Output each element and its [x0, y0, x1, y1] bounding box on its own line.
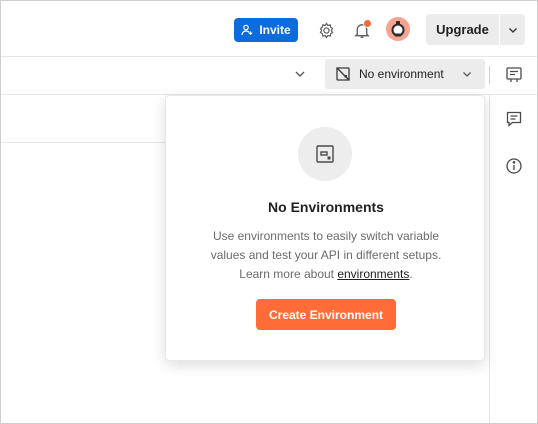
notifications-button[interactable]: [350, 18, 374, 42]
upgrade-menu-button[interactable]: [500, 14, 525, 45]
environment-quicklook-icon[interactable]: [505, 66, 523, 84]
avatar[interactable]: [386, 17, 410, 41]
upgrade-button[interactable]: Upgrade: [426, 14, 499, 45]
toolbar-divider: [489, 66, 490, 84]
upgrade-button-group: Upgrade: [426, 14, 525, 45]
no-environments-popover: No Environments Use environments to easi…: [165, 95, 485, 361]
invite-label: Invite: [259, 23, 291, 37]
app-window: Invite Upgrade No environment No Environ…: [0, 0, 538, 424]
right-sidebar-border: [489, 95, 490, 423]
notification-dot: [363, 19, 372, 28]
description-line-3: Learn more about environments.: [186, 265, 466, 284]
chevron-down-icon: [508, 27, 517, 33]
description-line-1: Use environments to easily switch variab…: [212, 229, 440, 243]
avatar-icon: [388, 19, 408, 39]
no-environment-icon: [316, 145, 334, 163]
top-header: Invite Upgrade: [1, 1, 537, 57]
chevron-down-icon: [463, 72, 471, 77]
environments-link[interactable]: environments: [337, 267, 409, 281]
settings-icon[interactable]: [314, 18, 338, 42]
learn-more-text: Learn more about: [239, 267, 338, 281]
environment-selected-value: No environment: [359, 67, 444, 81]
environment-selector[interactable]: No environment: [325, 59, 485, 89]
no-environment-icon: [336, 67, 350, 81]
popover-title: No Environments: [268, 199, 384, 215]
info-icon[interactable]: [505, 157, 523, 175]
create-environment-button[interactable]: Create Environment: [256, 299, 396, 330]
popover-description: Use environments to easily switch variab…: [186, 227, 466, 284]
invite-button[interactable]: Invite: [234, 18, 298, 42]
empty-state-illustration: [298, 127, 352, 181]
tab-toolbar: No environment: [1, 57, 537, 95]
description-line-2: values and test your API in different se…: [210, 248, 442, 262]
period-text: .: [409, 267, 413, 281]
comment-icon[interactable]: [505, 110, 523, 128]
person-add-icon: [241, 24, 253, 36]
chevron-down-icon[interactable]: [293, 67, 307, 81]
workspace-divider: [1, 142, 167, 143]
